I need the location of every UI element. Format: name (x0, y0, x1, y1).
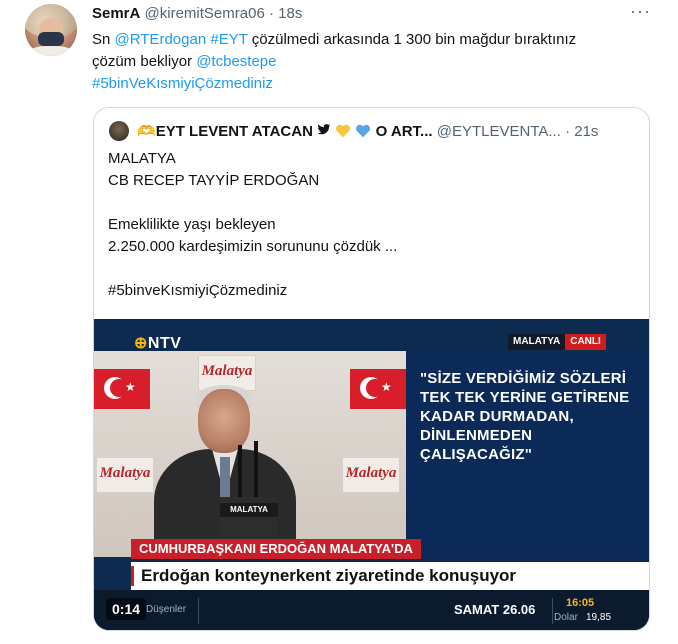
quoted-line (108, 258, 628, 280)
quoted-line: CB RECEP TAYYİP ERDOĞAN (108, 172, 320, 189)
lower-third-subtitle: Erdoğan konteynerkent ziyaretinde konuşu… (141, 566, 517, 585)
quoted-header: 🫶EYT LEVENT ATACAN O ART... @EYTLEVENTA.… (137, 122, 637, 140)
mention-link[interactable]: @RTErdogan (115, 31, 207, 48)
blue-heart-icon (355, 123, 375, 140)
yellow-heart-icon (335, 123, 355, 140)
currency-value: 19,85 (586, 612, 612, 623)
user-handle[interactable]: @kiremitSemra06 (145, 5, 265, 22)
tweet-time[interactable]: 18s (278, 5, 302, 22)
lower-third-title: CUMHURBAŞKANI ERDOĞAN MALATYA'DA (131, 539, 421, 559)
channel-name: NTV (147, 335, 182, 352)
quoted-tweet[interactable]: 🫶EYT LEVENT ATACAN O ART... @EYTLEVENTA.… (93, 107, 650, 631)
video-frame: ★ ★ Malatya Malatya Malatya MALATYA (94, 351, 406, 557)
text-span: çözüm bekliyor (92, 53, 197, 70)
hashtag-link[interactable]: #5binVeKısmiyiÇözmediniz (92, 75, 273, 92)
quoted-line (108, 192, 628, 214)
quoted-avatar[interactable] (109, 121, 129, 141)
bird-icon (317, 123, 335, 140)
microphone-icon (238, 445, 242, 501)
video-player[interactable]: ⊕NTV MALATYA CANLI ★ ★ Malatya Malatya Ma… (94, 319, 649, 630)
lower-third-subtitle-bar: Erdoğan konteynerkent ziyaretinde konuşu… (131, 562, 649, 590)
ntv-logo: ⊕NTV (134, 335, 182, 352)
separator-dot: · (565, 123, 571, 140)
more-options-icon[interactable]: ··· (630, 2, 650, 20)
text-span: Sn (92, 31, 115, 48)
quoted-text: MALATYA CB RECEP TAYYİP ERDOĞAN Emeklili… (108, 148, 628, 302)
quoted-time[interactable]: 21s (574, 123, 598, 140)
quoted-display-name[interactable]: EYT LEVENT ATACAN (156, 123, 313, 140)
quoted-handle[interactable]: @EYTLEVENTA... (437, 123, 561, 140)
quoted-line: 2.250.000 kardeşimizin sorununu çözdük .… (108, 238, 398, 255)
quote-box: "SİZE VERDİĞİMİZ SÖZLERİ TEK TEK YERİNE … (408, 351, 649, 557)
microphone-icon (254, 441, 258, 497)
tweet-avatar[interactable] (25, 4, 77, 56)
tweet-header: SemrA @kiremitSemra06 · 18s (92, 5, 302, 22)
malatya-banner: Malatya (342, 457, 400, 493)
location-badge: MALATYA CANLI (508, 334, 606, 350)
currency-label: Dolar (554, 612, 578, 623)
tweet-text: Sn @RTErdogan #EYT çözülmedi arkasında 1… (92, 29, 652, 95)
emoji-hands-icon: 🫶 (137, 123, 156, 140)
separator-dot: · (268, 5, 274, 22)
ticker-clock: 16:05 (566, 597, 595, 609)
display-name[interactable]: SemrA (92, 5, 140, 22)
quoted-line: MALATYA (108, 150, 176, 167)
news-ticker: 0:14 Düşenler SAMAT 26.06 16:05 Dolar 19,… (94, 590, 649, 630)
ticker-currency: Dolar 19,85 (554, 612, 614, 623)
location-label: MALATYA (508, 334, 566, 350)
ticker-label: Düşenler (146, 604, 187, 615)
video-timestamp: 0:14 (106, 598, 147, 620)
text-span: çözülmedi arkasında 1 300 bin mağdur bır… (247, 31, 577, 48)
turkish-flag-icon: ★ (350, 369, 406, 409)
mention-link[interactable]: @tcbestepe (196, 53, 276, 70)
quote-text: "SİZE VERDİĞİMİZ SÖZLERİ TEK TEK YERİNE … (420, 370, 630, 463)
quoted-hashtag[interactable]: #5binveKısmiyiÇözmediniz (108, 280, 628, 302)
ticker-stock: SAMAT 26.06 (454, 602, 536, 617)
quoted-name-tail: O ART... (375, 123, 433, 140)
quoted-line: Emeklilikte yaşı bekleyen (108, 216, 276, 233)
lectern-label: MALATYA (220, 503, 278, 517)
live-label: CANLI (565, 334, 606, 350)
hashtag-link[interactable]: #EYT (210, 31, 247, 48)
